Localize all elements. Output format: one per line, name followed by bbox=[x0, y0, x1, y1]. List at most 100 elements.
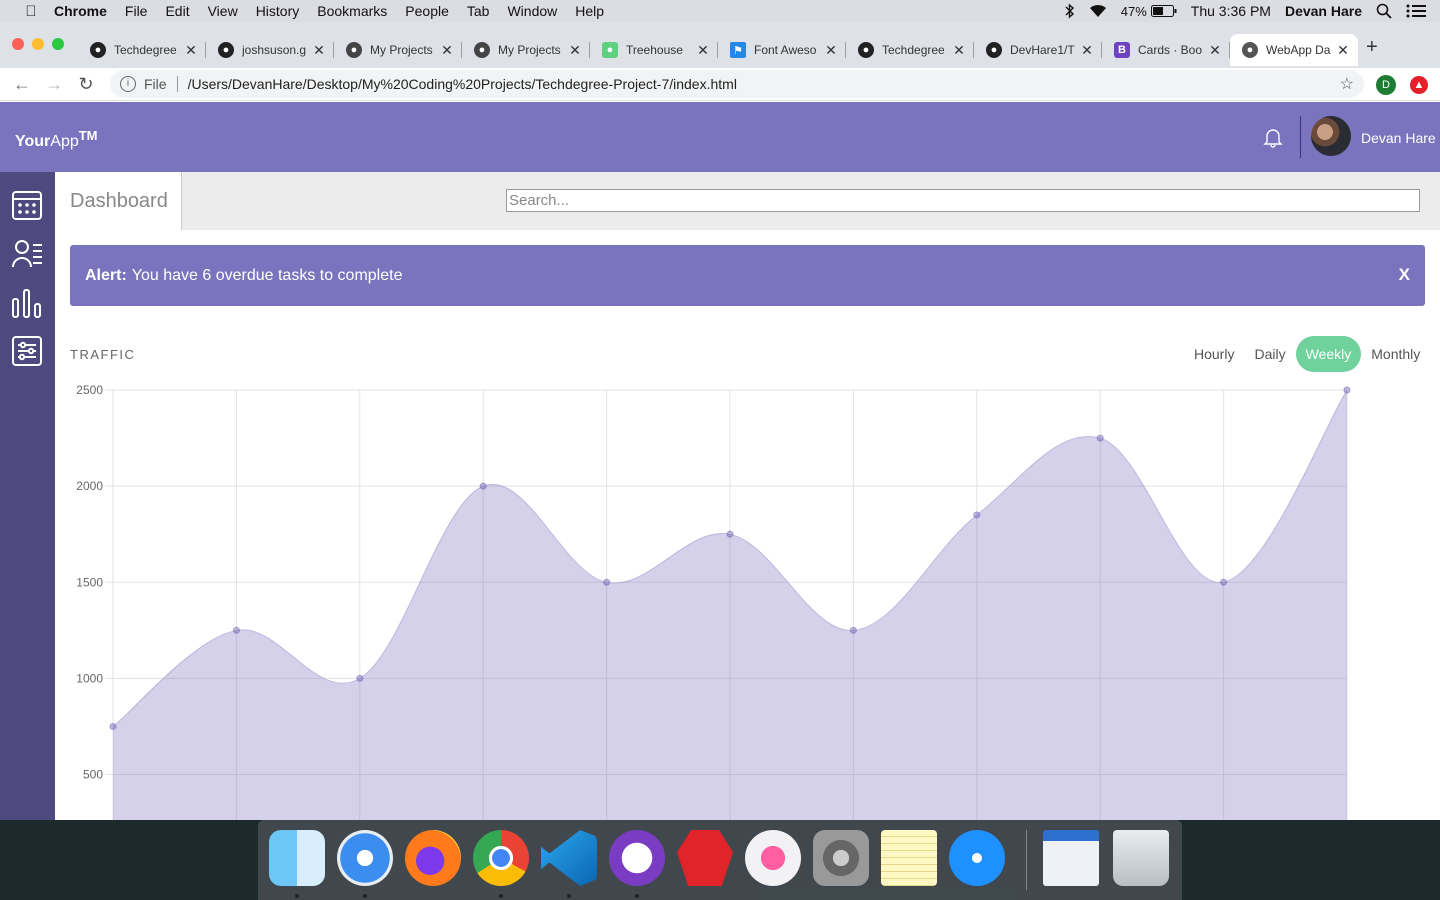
trash-icon[interactable] bbox=[1113, 830, 1169, 886]
data-point[interactable] bbox=[1220, 578, 1228, 586]
notification-center-icon[interactable] bbox=[1406, 4, 1426, 18]
alert-close-button[interactable]: X bbox=[1399, 265, 1410, 285]
github-desktop-icon[interactable] bbox=[609, 830, 665, 886]
music-icon[interactable] bbox=[745, 830, 801, 886]
data-point[interactable] bbox=[849, 626, 857, 634]
browser-tab[interactable]: ● joshsuson.g ✕ bbox=[206, 34, 334, 66]
back-button[interactable]: ← bbox=[6, 74, 38, 95]
vscode-icon[interactable] bbox=[541, 830, 597, 886]
avatar[interactable] bbox=[1311, 116, 1351, 156]
browser-tab[interactable]: ● DevHare1/T ✕ bbox=[974, 34, 1102, 66]
close-tab-icon[interactable]: ✕ bbox=[696, 42, 710, 59]
browser-tab[interactable]: ● Treehouse ✕ bbox=[590, 34, 718, 66]
finder-icon[interactable] bbox=[269, 830, 325, 886]
close-tab-icon[interactable]: ✕ bbox=[1336, 42, 1350, 59]
macos-dock bbox=[258, 820, 1182, 900]
menu-window[interactable]: Window bbox=[507, 3, 557, 19]
url-text[interactable]: /Users/DevanHare/Desktop/My%20Coding%20P… bbox=[188, 76, 737, 92]
menu-edit[interactable]: Edit bbox=[165, 3, 189, 19]
close-tab-icon[interactable]: ✕ bbox=[1208, 42, 1222, 59]
bell-icon[interactable] bbox=[1262, 126, 1284, 148]
data-point[interactable] bbox=[1096, 434, 1104, 442]
close-window-button[interactable] bbox=[12, 38, 24, 50]
menu-clock[interactable]: Thu 3:36 PM bbox=[1191, 3, 1271, 19]
menu-bookmarks[interactable]: Bookmarks bbox=[317, 3, 387, 19]
data-point[interactable] bbox=[726, 530, 734, 538]
menu-view[interactable]: View bbox=[208, 3, 238, 19]
github-icon: ● bbox=[986, 42, 1002, 58]
menu-user[interactable]: Devan Hare bbox=[1285, 3, 1362, 19]
data-point[interactable] bbox=[479, 482, 487, 490]
brave-icon[interactable] bbox=[677, 830, 733, 886]
menu-people[interactable]: People bbox=[405, 3, 449, 19]
reload-button[interactable]: ↻ bbox=[70, 74, 102, 95]
app-store-icon[interactable] bbox=[949, 830, 1005, 886]
browser-tab[interactable]: B Cards · Boo ✕ bbox=[1102, 34, 1230, 66]
data-point[interactable] bbox=[603, 578, 611, 586]
data-point[interactable] bbox=[109, 722, 117, 730]
system-preferences-icon[interactable] bbox=[813, 830, 869, 886]
logo-bold: Your bbox=[15, 133, 51, 150]
bookmark-star-icon[interactable]: ☆ bbox=[1340, 74, 1354, 94]
screenshot-icon[interactable] bbox=[1043, 830, 1099, 886]
search-input[interactable] bbox=[506, 189, 1420, 212]
menu-history[interactable]: History bbox=[256, 3, 300, 19]
browser-tab[interactable]: ● Techdegree ✕ bbox=[846, 34, 974, 66]
spotlight-icon[interactable] bbox=[1376, 3, 1392, 19]
range-daily[interactable]: Daily bbox=[1244, 336, 1295, 372]
firefox-icon[interactable] bbox=[405, 830, 461, 886]
minimize-window-button[interactable] bbox=[32, 38, 44, 50]
globe-icon: ● bbox=[346, 42, 362, 58]
close-tab-icon[interactable]: ✕ bbox=[568, 42, 582, 59]
range-monthly[interactable]: Monthly bbox=[1361, 336, 1430, 372]
browser-tab[interactable]: ⚑ Font Aweso ✕ bbox=[718, 34, 846, 66]
close-tab-icon[interactable]: ✕ bbox=[1080, 42, 1094, 59]
data-point[interactable] bbox=[973, 511, 981, 519]
bar-chart-icon[interactable] bbox=[11, 287, 43, 319]
url-separator bbox=[176, 76, 178, 92]
header-username[interactable]: Devan Hare bbox=[1361, 130, 1436, 146]
close-tab-icon[interactable]: ✕ bbox=[184, 42, 198, 59]
settings-sliders-icon[interactable] bbox=[11, 335, 43, 367]
data-point[interactable] bbox=[356, 674, 364, 682]
wifi-icon[interactable] bbox=[1089, 4, 1107, 18]
address-bar[interactable]: i File /Users/DevanHare/Desktop/My%20Cod… bbox=[110, 70, 1364, 98]
new-tab-button[interactable]: + bbox=[1366, 36, 1378, 59]
page-title[interactable]: Dashboard bbox=[55, 172, 182, 230]
close-tab-icon[interactable]: ✕ bbox=[952, 42, 966, 59]
range-hourly[interactable]: Hourly bbox=[1184, 336, 1244, 372]
menu-help[interactable]: Help bbox=[575, 3, 604, 19]
range-weekly[interactable]: Weekly bbox=[1295, 336, 1362, 372]
browser-tab[interactable]: ● My Projects ✕ bbox=[334, 34, 462, 66]
data-point[interactable] bbox=[1343, 386, 1351, 394]
macos-menu-bar:  Chrome File Edit View History Bookmark… bbox=[0, 0, 1440, 22]
menu-tab[interactable]: Tab bbox=[467, 3, 490, 19]
battery-icon[interactable] bbox=[1150, 5, 1177, 17]
close-tab-icon[interactable]: ✕ bbox=[824, 42, 838, 59]
treehouse-icon: ● bbox=[602, 42, 618, 58]
info-icon[interactable]: i bbox=[120, 76, 136, 92]
extension-icon[interactable]: ▲ bbox=[1410, 76, 1428, 94]
notes-icon[interactable] bbox=[881, 830, 937, 886]
close-tab-icon[interactable]: ✕ bbox=[440, 42, 454, 59]
browser-tab[interactable]: ● My Projects ✕ bbox=[462, 34, 590, 66]
app-logo[interactable]: YourAppTM bbox=[15, 128, 98, 151]
safari-icon[interactable] bbox=[337, 830, 393, 886]
members-icon[interactable] bbox=[11, 237, 43, 269]
y-tick-label: 500 bbox=[83, 768, 103, 782]
menu-file[interactable]: File bbox=[125, 3, 148, 19]
close-tab-icon[interactable]: ✕ bbox=[312, 42, 326, 59]
zoom-window-button[interactable] bbox=[52, 38, 64, 50]
browser-tab-active[interactable]: ● WebApp Da ✕ bbox=[1230, 34, 1358, 66]
apple-menu-icon[interactable]:  bbox=[20, 3, 42, 20]
browser-tab[interactable]: ● Techdegree ✕ bbox=[78, 34, 206, 66]
menu-app-name[interactable]: Chrome bbox=[54, 3, 107, 19]
bluetooth-icon[interactable] bbox=[1065, 3, 1075, 19]
profile-avatar[interactable]: D bbox=[1376, 75, 1396, 95]
traffic-title: TRAFFIC bbox=[70, 347, 136, 362]
chrome-icon[interactable] bbox=[473, 830, 529, 886]
calendar-icon[interactable] bbox=[11, 189, 43, 221]
header-divider bbox=[1300, 116, 1301, 158]
data-point[interactable] bbox=[232, 626, 240, 634]
forward-button[interactable]: → bbox=[38, 74, 70, 95]
